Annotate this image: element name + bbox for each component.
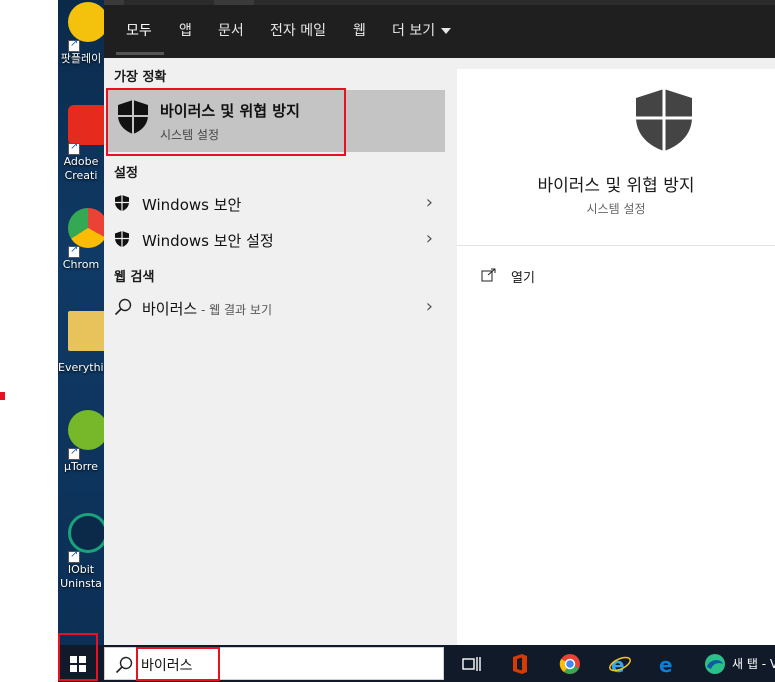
red-marker <box>0 392 5 400</box>
iobit-uninstaller-icon <box>68 513 104 553</box>
shield-icon <box>115 231 129 247</box>
best-match-header: 가장 정확 <box>114 70 167 85</box>
svg-text:e: e <box>659 653 673 676</box>
tab-web[interactable]: 웹 <box>353 20 366 40</box>
desktop-icon-everything[interactable]: Everythin <box>58 311 104 401</box>
desktop-icon-label: Everythin <box>58 361 104 374</box>
web-search-header: 웹 검색 <box>114 270 155 285</box>
tab-more[interactable]: 더 보기 <box>392 20 452 40</box>
settings-item-label: Windows 보안 설정 <box>142 232 274 250</box>
new-edge-icon[interactable] <box>703 652 727 676</box>
shortcut-arrow-icon <box>68 38 80 52</box>
preview-title: 바이러스 및 위협 방지 <box>537 176 695 196</box>
preview-pane: 바이러스 및 위협 방지 시스템 설정 열기 <box>457 69 775 645</box>
active-tab-indicator <box>116 52 164 55</box>
chevron-right-icon[interactable]: › <box>426 228 433 249</box>
potplayer-icon <box>68 2 104 42</box>
settings-item-windows-security[interactable]: Windows 보안 › <box>104 185 445 221</box>
desktop-icon-adobe[interactable]: Adobe Creati <box>58 105 104 195</box>
open-icon <box>481 268 496 282</box>
desktop-icon-label: Chrom <box>62 258 100 271</box>
shortcut-arrow-icon <box>68 549 80 563</box>
shortcut-arrow-icon <box>68 141 80 155</box>
highlight-box <box>136 647 220 681</box>
chevron-right-icon[interactable]: › <box>426 296 433 317</box>
tab-apps[interactable]: 앱 <box>179 20 192 40</box>
shield-icon <box>636 89 692 151</box>
desktop-icon-label: Adobe Creati <box>63 155 99 182</box>
highlight-box <box>106 88 346 156</box>
desktop-icon-potplayer[interactable]: 팟플레이 <box>58 2 104 92</box>
adobe-creative-cloud-icon <box>68 105 104 145</box>
search-icon <box>115 656 133 674</box>
preview-subtitle: 시스템 설정 <box>586 202 646 216</box>
svg-text:e: e <box>611 653 625 676</box>
web-search-suffix: - 웹 결과 보기 <box>197 303 272 317</box>
tab-all[interactable]: 모두 <box>126 20 152 40</box>
desktop: 팟플레이 Adobe Creati Chrom Everythin µTorre… <box>58 0 104 645</box>
open-action[interactable]: 열기 <box>481 267 621 287</box>
office-icon[interactable] <box>508 652 532 676</box>
utorrent-icon <box>68 410 104 450</box>
settings-item-windows-security-settings[interactable]: Windows 보안 설정 › <box>104 221 445 257</box>
internet-explorer-icon[interactable]: e <box>608 652 632 676</box>
chevron-right-icon[interactable]: › <box>426 192 433 213</box>
edge-icon[interactable]: e <box>656 652 680 676</box>
tab-documents[interactable]: 문서 <box>218 20 244 40</box>
results-list: 가장 정확 바이러스 및 위협 방지 시스템 설정 설정 Windows 보안 <box>104 58 445 645</box>
highlight-box <box>58 633 98 681</box>
open-label: 열기 <box>511 271 535 286</box>
settings-header: 설정 <box>114 166 138 181</box>
shortcut-arrow-icon <box>68 244 80 258</box>
search-scope-tabs: 모두 앱 문서 전자 메일 웹 더 보기 <box>104 0 775 58</box>
folder-icon <box>68 311 104 351</box>
desktop-icon-label: IObit Uninsta <box>60 563 102 590</box>
shield-icon <box>115 195 129 211</box>
desktop-icon-label: µTorre <box>64 460 98 473</box>
desktop-icon-iobit[interactable]: IObit Uninsta <box>58 513 104 603</box>
chrome-icon[interactable] <box>558 652 582 676</box>
desktop-icon-label: 팟플레이 <box>60 52 102 65</box>
web-search-query: 바이러스 <box>142 300 198 318</box>
shortcut-arrow-icon <box>68 446 80 460</box>
web-search-item[interactable]: 바이러스 - 웹 결과 보기 › <box>104 289 445 325</box>
desktop-icon-chrome[interactable]: Chrom <box>58 208 104 298</box>
tab-more-label: 더 보기 <box>392 23 436 39</box>
desktop-icon-utorrent[interactable]: µTorre <box>58 410 104 500</box>
divider <box>457 245 775 246</box>
settings-item-label: Windows 보안 <box>142 196 242 214</box>
search-icon <box>114 298 132 316</box>
chevron-down-icon <box>441 28 452 34</box>
taskbar: 바이러스 e e 새 탭 - V <box>58 633 775 682</box>
search-panel: 모두 앱 문서 전자 메일 웹 더 보기 가장 정확 바이러스 및 위협 방지 … <box>104 0 775 645</box>
web-search-text: 바이러스 - 웹 결과 보기 <box>142 298 272 319</box>
taskbar-new-tab-label[interactable]: 새 탭 - V <box>732 655 775 672</box>
task-view-icon[interactable] <box>460 652 484 676</box>
screen: 팟플레이 Adobe Creati Chrom Everythin µTorre… <box>0 0 775 682</box>
chrome-icon <box>68 208 104 248</box>
tab-email[interactable]: 전자 메일 <box>270 20 326 40</box>
